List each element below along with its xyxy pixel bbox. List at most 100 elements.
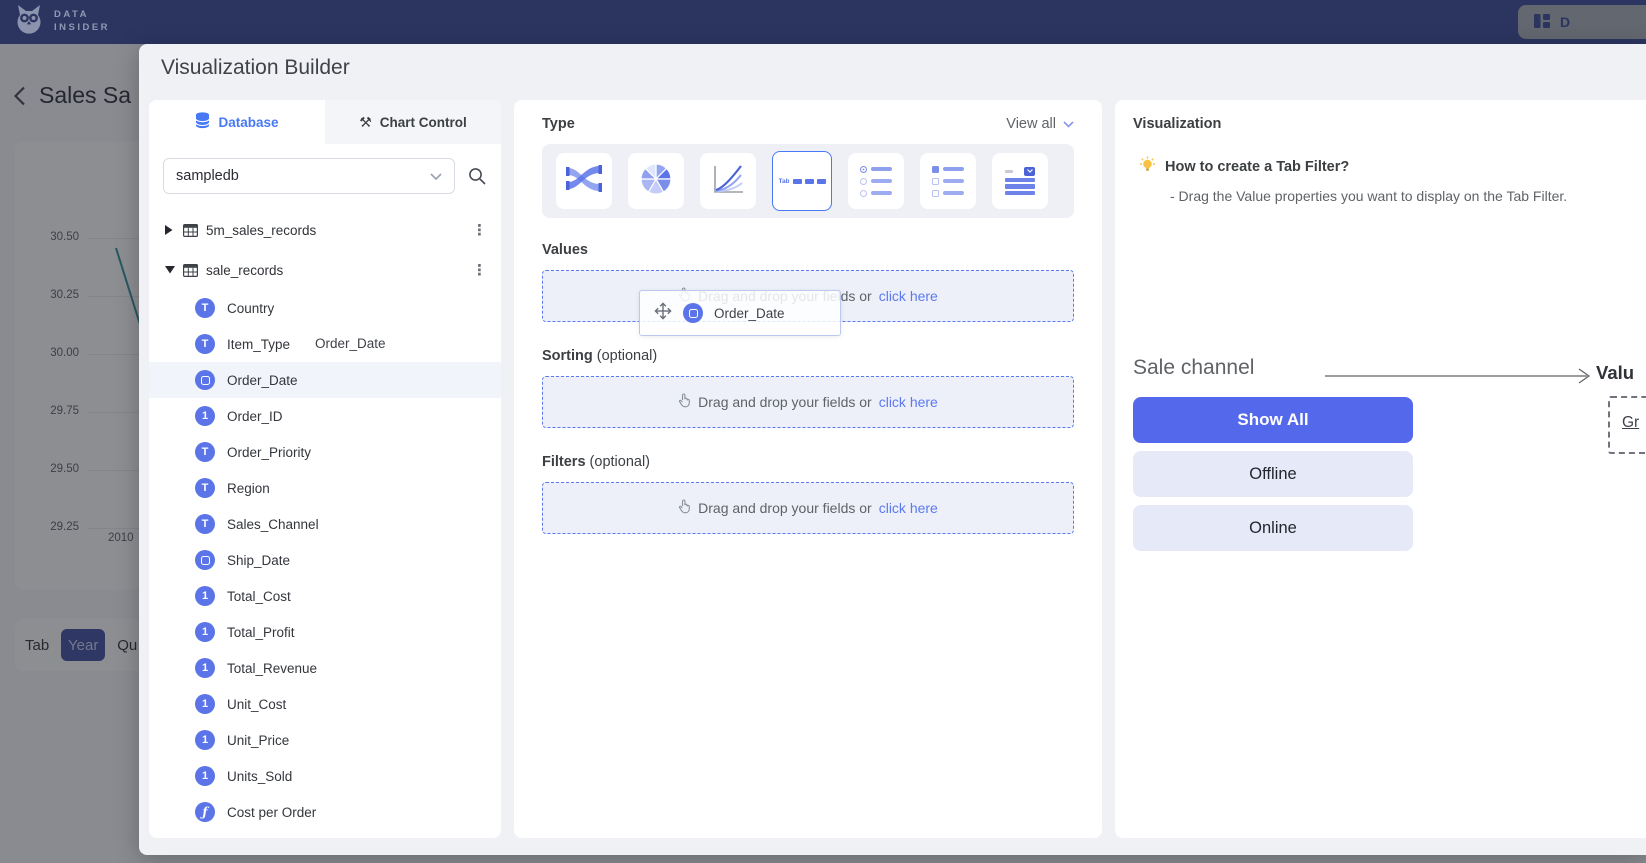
chart-type-checkbox-list[interactable] (920, 153, 976, 209)
pie-chart-icon (639, 162, 673, 201)
left-panel-tabs: Database ⚒ Chart Control (149, 100, 501, 144)
field-item[interactable]: 1 Order_ID (149, 398, 501, 434)
table-row-sale-records[interactable]: sale_records ⋮ (149, 250, 501, 290)
builder-panel: Type View all (514, 100, 1102, 838)
dropzone-click-here-link[interactable]: click here (879, 394, 938, 410)
field-label: Order_ID (227, 409, 283, 424)
table-row-5m-sales-records[interactable]: 5m_sales_records ⋮ (149, 210, 501, 250)
sankey-icon (565, 162, 603, 201)
text-field-icon: T (195, 442, 215, 462)
annotation-group-dropzone[interactable]: Gr (1608, 396, 1646, 454)
tab-database-label: Database (218, 115, 278, 130)
caret-down-icon[interactable] (165, 266, 181, 274)
move-icon (654, 302, 672, 325)
field-item[interactable]: Ship_Date (149, 542, 501, 578)
number-field-icon: 1 (195, 730, 215, 750)
tip-block: How to create a Tab Filter? - Drag the V… (1133, 156, 1646, 204)
owl-logo-icon (14, 4, 44, 41)
dashboard-button[interactable]: D (1518, 5, 1646, 39)
field-item[interactable]: 1 Total_Cost (149, 578, 501, 614)
field-label: Ship_Date (227, 553, 290, 568)
tab-chart-control[interactable]: ⚒ Chart Control (325, 100, 501, 144)
dropzone-click-here-link[interactable]: click here (879, 288, 938, 304)
caret-right-icon[interactable] (165, 225, 181, 235)
field-label: Order_Priority (227, 445, 311, 460)
field-label: Sales_Channel (227, 517, 319, 532)
field-item[interactable]: TCountry (149, 290, 501, 326)
visualization-title: Visualization (1133, 116, 1646, 132)
number-field-icon: 1 (195, 658, 215, 678)
field-item[interactable]: 1Unit_Cost (149, 686, 501, 722)
field-item[interactable]: 1 Units_Sold (149, 758, 501, 794)
chart-control-icon: ⚒ (359, 114, 372, 131)
field-list: TCountry T Item_Type Order_Date 1 Order_ID T Or… (149, 290, 501, 830)
visualization-panel: Visualization How to create a Tab Filter… (1115, 100, 1646, 838)
field-label: Units_Sold (227, 769, 292, 784)
date-field-icon (195, 550, 215, 570)
drag-ghost[interactable]: Order_Date (639, 290, 841, 336)
function-field-icon: ƒ (195, 802, 215, 822)
kebab-menu-icon[interactable]: ⋮ (468, 221, 491, 239)
chart-type-radio-list[interactable] (848, 153, 904, 209)
field-item[interactable]: 1 Unit_Price (149, 722, 501, 758)
sorting-section-label: Sorting (optional) (542, 348, 1074, 364)
chart-type-pie[interactable] (628, 153, 684, 209)
field-label: Total_Revenue (227, 661, 317, 676)
kebab-menu-icon[interactable]: ⋮ (468, 261, 491, 279)
number-field-icon: 1 (195, 406, 215, 426)
table-name: sale_records (206, 263, 468, 278)
dropzone-click-here-link[interactable]: click here (879, 500, 938, 516)
field-label: Total_Cost (227, 589, 291, 604)
field-item[interactable]: TRegion (149, 470, 501, 506)
chevron-down-icon (430, 168, 442, 184)
database-panel: Database ⚒ Chart Control sampledb (149, 100, 501, 838)
checkbox-list-icon (932, 166, 964, 197)
brand-text: DATA INSIDER (54, 9, 110, 35)
lightbulb-icon (1139, 156, 1156, 177)
field-label: Unit_Price (227, 733, 289, 748)
tab-database[interactable]: Database (149, 100, 325, 144)
chevron-down-icon (1063, 116, 1074, 132)
text-field-icon: T (195, 334, 215, 354)
database-select-value: sampledb (176, 168, 239, 184)
brand: DATA INSIDER (14, 4, 110, 41)
date-field-icon (683, 303, 703, 323)
dashboard-icon (1534, 14, 1550, 31)
tip-body: - Drag the Value properties you want to … (1170, 188, 1646, 204)
drag-hand-icon (678, 499, 691, 517)
view-all-label: View all (1006, 116, 1056, 132)
chart-type-dropdown[interactable] (992, 153, 1048, 209)
date-field-icon (195, 370, 215, 390)
dropzone-text: Drag and drop your fields or (698, 394, 872, 410)
filters-dropzone[interactable]: Drag and drop your fields or click here (542, 482, 1074, 534)
chart-type-tab-filter[interactable]: Tab (772, 151, 832, 211)
preview-button-offline[interactable]: Offline (1133, 451, 1413, 497)
database-select[interactable]: sampledb (163, 158, 455, 194)
sorting-dropzone[interactable]: Drag and drop your fields or click here (542, 376, 1074, 428)
number-field-icon: 1 (195, 766, 215, 786)
dropzone-text: Drag and drop your fields or (698, 500, 872, 516)
search-icon[interactable] (467, 166, 487, 186)
field-item[interactable]: TSales_Channel (149, 506, 501, 542)
field-item[interactable]: 1Total_Profit (149, 614, 501, 650)
view-all-button[interactable]: View all (1006, 116, 1074, 132)
chart-type-line[interactable] (700, 153, 756, 209)
chart-type-sankey[interactable] (556, 153, 612, 209)
field-label: Order_Date (227, 373, 298, 388)
preview-button-online[interactable]: Online (1133, 505, 1413, 551)
field-item[interactable]: T Order_Priority (149, 434, 501, 470)
field-item[interactable]: ƒCost per Order (149, 794, 501, 830)
drag-hand-icon (678, 393, 691, 411)
number-field-icon: 1 (195, 586, 215, 606)
preview-button-show-all[interactable]: Show All (1133, 397, 1413, 443)
type-section-label: Type (542, 116, 575, 132)
field-item[interactable]: 1 Total_Revenue (149, 650, 501, 686)
number-field-icon: 1 (195, 622, 215, 642)
top-navbar: DATA INSIDER D (0, 0, 1646, 44)
tip-title: How to create a Tab Filter? (1165, 159, 1349, 175)
dashboard-button-label: D (1560, 14, 1570, 30)
annotation-group-link[interactable]: Gr (1622, 414, 1639, 431)
field-label: Item_Type (227, 337, 290, 352)
field-item[interactable]: Order_Date (149, 362, 501, 398)
dropdown-list-icon (1005, 167, 1035, 196)
